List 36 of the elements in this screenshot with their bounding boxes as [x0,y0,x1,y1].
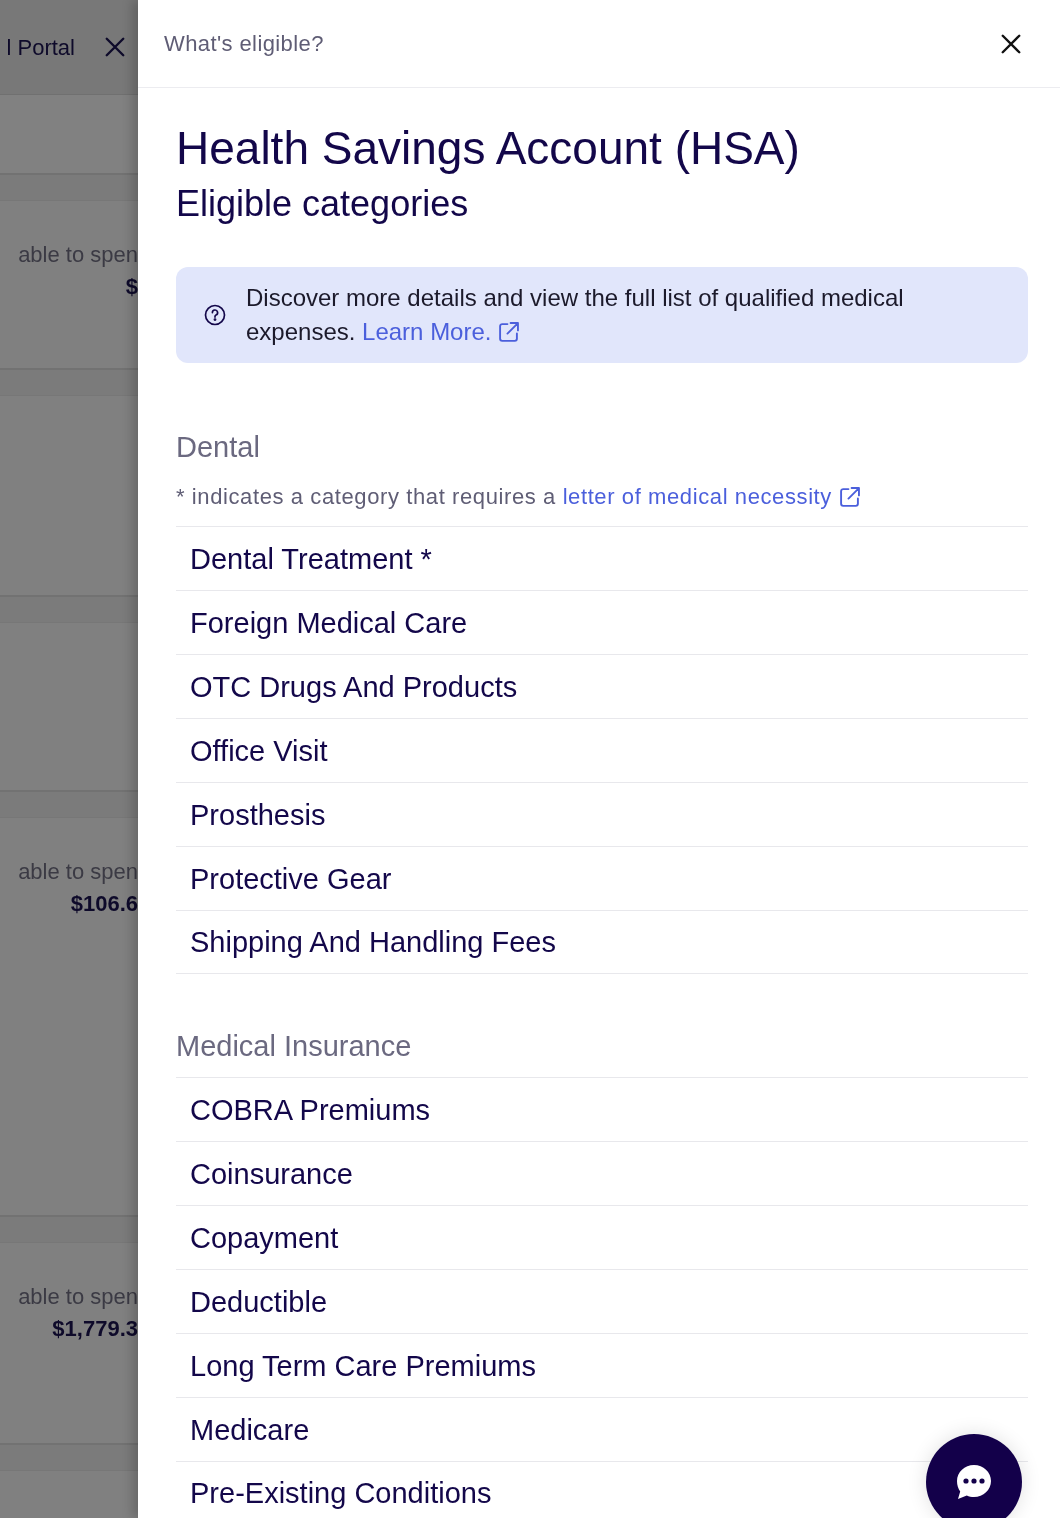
category-name: Long Term Care Premiums [190,1349,536,1382]
help-icon [204,304,226,326]
card-label: able to spen [18,241,138,269]
portal-title: l Portal [6,33,75,62]
note-text: * indicates a category that requires a letter of medical necessity [176,483,1028,511]
close-icon [1000,32,1022,55]
category-name: Office Visit [190,734,328,767]
category-group-title: Medical Insurance [176,1029,413,1064]
category-name: Coinsurance [190,1157,353,1190]
category-name: Pre-Existing Conditions [190,1477,492,1509]
drawer-title: What's eligible? [164,30,324,58]
chat-bubble-icon [954,1462,994,1502]
category-name: Deductible [190,1285,328,1318]
category-name: Medicare [190,1413,310,1446]
section-heading: Eligible categories [176,182,470,226]
info-text: Discover more details and view the full list of qualified medical expenses. Learn More. [246,281,976,349]
category-name: OTC Drugs And Products [190,670,518,703]
learn-more-link[interactable]: Learn More. [362,315,520,349]
card-amount: $1,779.3 [52,1315,138,1343]
card-amount: $ [125,273,138,301]
card-label: able to spen [18,1283,138,1311]
category-group-title: Dental [176,430,261,465]
letter-of-medical-necessity-link[interactable]: letter of medical necessity [562,483,860,511]
category-name: Dental Treatment * [190,542,432,575]
card-label: able to spen [18,858,138,886]
external-link-icon [838,486,860,508]
category-name: Protective Gear [190,862,392,895]
external-link-icon [498,321,520,343]
close-icon [104,36,126,58]
category-name: Shipping And Handling Fees [190,926,556,958]
category-name: Prosthesis [190,798,326,831]
account-heading: Health Savings Account (HSA) [176,121,801,176]
card-amount: $106.6 [70,890,138,918]
category-name: COBRA Premiums [190,1093,431,1126]
category-name: Foreign Medical Care [190,606,468,639]
category-name: Copayment [190,1221,339,1254]
